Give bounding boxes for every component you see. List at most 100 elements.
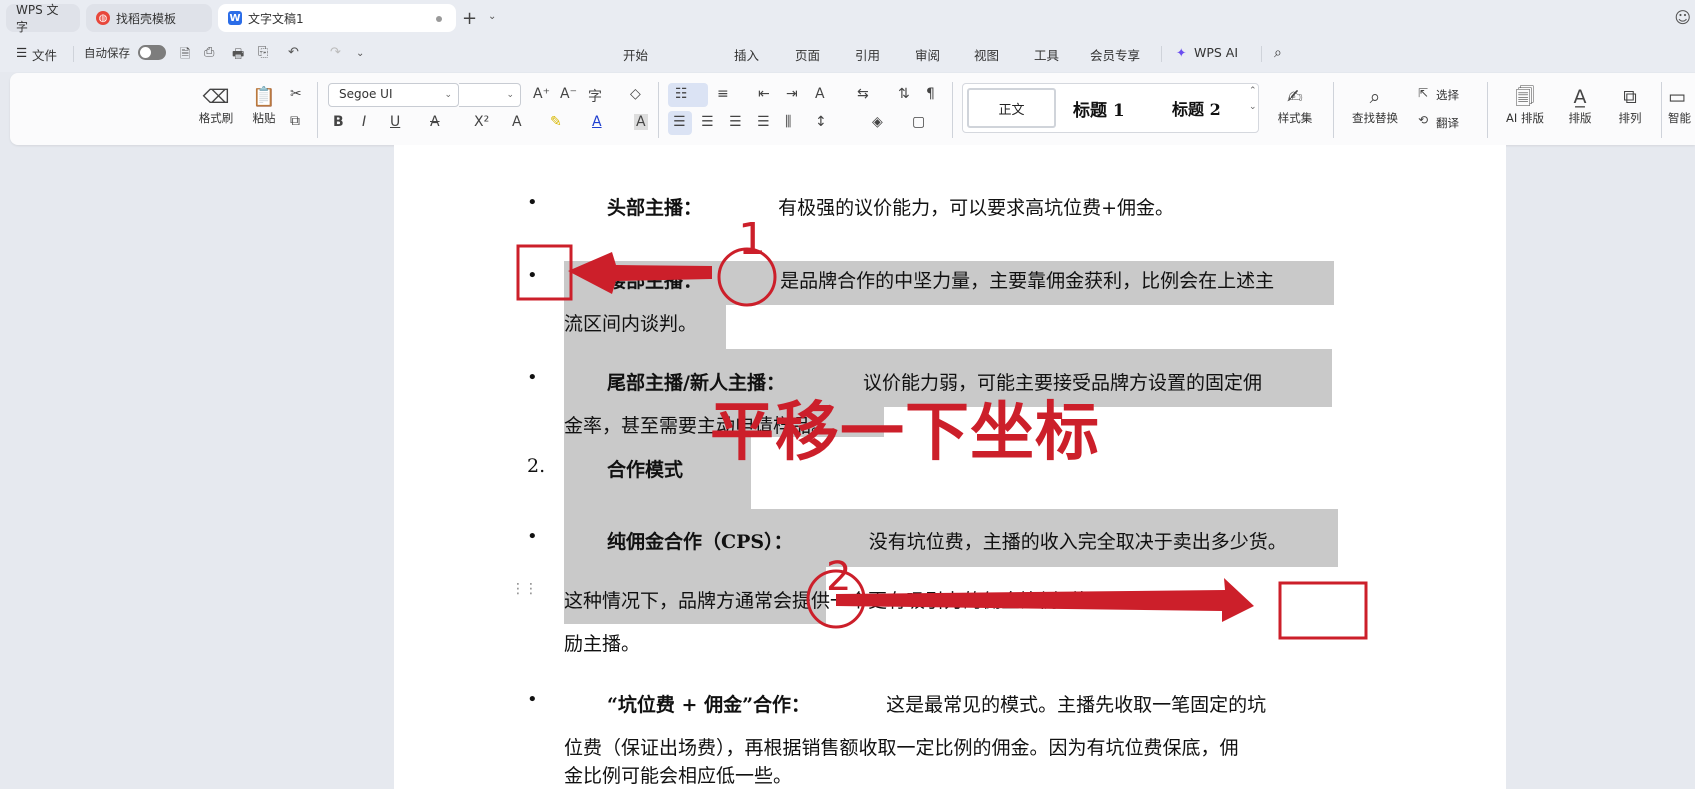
menu-icon[interactable]: ☰ [16,45,27,60]
menu-item-insert[interactable]: 插入 [734,45,759,64]
ai-layout-icon: 🗐 [1515,86,1535,108]
drag-handle-icon[interactable]: ⋮⋮ [511,582,538,596]
highlight-icon[interactable]: ✎ [550,114,562,130]
divider [1261,46,1262,62]
tab-label: 文字文稿1 [248,11,304,26]
menu-item-wps-ai[interactable]: WPS AI [1194,45,1238,60]
line-spacing-icon[interactable]: ↕ [815,114,827,130]
menu-item-view[interactable]: 视图 [974,45,999,64]
menu-item-page[interactable]: 页面 [795,45,820,64]
paste-button[interactable]: 📋 粘贴 [244,84,284,126]
tab-wps-writer[interactable]: WPS 文字 [6,3,80,34]
menu-item-review[interactable]: 审阅 [915,45,940,64]
cut-icon[interactable]: ✂ [290,86,302,102]
menu-item-tools[interactable]: 工具 [1034,45,1059,64]
print-preview-icon[interactable]: ⎘ [258,45,268,60]
format-painter-button[interactable]: ⌫ 格式刷 [196,84,236,126]
bullet-list-button-active[interactable] [668,83,708,107]
justify-icon[interactable]: ☰ [757,114,770,130]
font-color-icon[interactable]: A [592,114,602,130]
chevron-down-icon[interactable]: ⌄ [488,11,496,22]
menu-file[interactable]: 文件 [32,45,57,64]
divider [1661,82,1662,138]
decrease-indent-icon[interactable]: ⇤ [758,86,770,102]
translate-button[interactable]: 翻译 [1436,115,1459,131]
border-icon[interactable]: ▢ [912,114,925,130]
tab-docer-templates[interactable]: ◍ 找稻壳模板 [86,4,212,32]
paste-label: 粘贴 [252,111,276,125]
word-icon: W [228,11,242,25]
item-continuation: 金比例可能会相应低一些。 [564,765,793,787]
new-tab-plus-icon[interactable]: + [462,8,477,29]
smart-icon: ▭ [1668,86,1686,108]
strikethrough-icon[interactable]: A [430,114,440,130]
search-icon[interactable]: ⌕ [1274,45,1282,61]
show-marks-icon[interactable]: ¶ [926,86,935,102]
item-text: 有极强的议价能力，可以要求高坑位费+佣金。 [778,197,1175,219]
font-name-value: Segoe UI [339,87,393,101]
distribute-icon[interactable]: ⫼ [785,114,791,130]
italic-icon[interactable]: I [362,114,366,130]
menu-item-member[interactable]: 会员专享 [1090,45,1140,64]
bullet-list-icon[interactable]: ☷ [675,86,688,102]
chevron-up-icon[interactable]: ⌃ [1249,86,1257,96]
paste-icon: 📋 [252,86,276,108]
numbered-list-icon[interactable]: ≡ [717,86,729,102]
align-right-icon[interactable]: ☰ [729,114,742,130]
underline-icon[interactable]: U [390,114,400,130]
tab-document[interactable]: W 文字文稿1 [218,4,456,32]
print-icon[interactable]: 🖶 [232,45,244,67]
menu-item-references[interactable]: 引用 [855,45,880,64]
autosave-label: 自动保存 [84,46,130,60]
chevron-down-icon[interactable]: ⌄ [356,48,364,59]
style-normal[interactable]: 正文 [967,88,1056,128]
item-text: 是品牌合作的中坚力量，主要靠佣金获利，比例会在上述主 [780,270,1275,292]
phonetic-icon[interactable]: 字 [588,86,602,106]
shrink-font-icon[interactable]: A⁻ [560,86,577,102]
clear-format-icon[interactable]: ◇ [630,86,641,102]
user-avatar-icon[interactable]: ☺ [1674,8,1691,27]
grow-font-icon[interactable]: A⁺ [533,86,550,102]
layout-label: 排版 [1568,111,1592,125]
char-shading-icon[interactable]: A [634,114,648,130]
shading-icon[interactable]: ◈ [872,114,883,130]
style-heading-2[interactable]: 标题 2 [1172,96,1221,120]
unsaved-dot-icon[interactable] [436,16,442,22]
divider [1333,82,1334,138]
style-set-button[interactable]: ✍ 样式集 [1265,84,1325,126]
font-size-select[interactable]: ⌄ [459,83,521,107]
menu-item-home[interactable]: 开始 [623,45,648,64]
translate-icon[interactable]: ⟲ [1418,113,1428,127]
search-icon: ⌕ [1369,86,1381,108]
list-bullet: • [527,192,538,213]
asian-layout-icon[interactable]: ⇆ [857,86,869,102]
chevron-down-icon: ⌄ [506,90,514,100]
select-button[interactable]: 选择 [1436,87,1459,103]
font-name-select[interactable]: Segoe UI ⌄ [328,83,459,107]
undo-icon[interactable]: ↶ [288,45,299,60]
bold-icon[interactable]: B [333,114,344,130]
layout-button[interactable]: A̲ 排版 [1556,84,1604,126]
text-direction-icon[interactable]: A [815,86,825,102]
ai-layout-button[interactable]: 🗐 AI 排版 [1497,84,1553,126]
style-heading-1[interactable]: 标题 1 [1073,96,1125,121]
align-left-icon[interactable]: ☰ [673,114,686,130]
item-text: 这是最常见的模式。主播先收取一笔固定的坑 [886,694,1267,716]
text-effect-icon[interactable]: A [512,114,522,130]
menu-row: ☰ 文件 自动保存 开始 插入 页面 引用 审阅 视图 工具 会员专享 ✦ WP… [0,36,1695,72]
find-replace-button[interactable]: ⌕ 查找替换 [1342,84,1408,126]
chevron-down-icon[interactable]: ⌄ [1249,102,1257,112]
increase-indent-icon[interactable]: ⇥ [786,86,798,102]
export-icon[interactable]: ⎙ [204,45,214,60]
align-center-icon[interactable]: ☰ [701,114,714,130]
arrange-button[interactable]: ⧉ 排列 [1606,84,1654,126]
save-icon[interactable]: 🗎 [180,45,190,67]
sort-icon[interactable]: ⇅ [898,86,910,102]
copy-icon[interactable]: ⧉ [290,113,300,129]
superscript-icon[interactable]: X² [474,114,489,130]
redo-icon[interactable]: ↷ [330,45,341,60]
select-icon[interactable]: ⇱ [1418,86,1428,100]
smart-button[interactable]: ▭ 智能 [1668,84,1695,126]
item-label: 腰部主播： [607,270,703,292]
autosave-toggle[interactable] [138,45,166,60]
